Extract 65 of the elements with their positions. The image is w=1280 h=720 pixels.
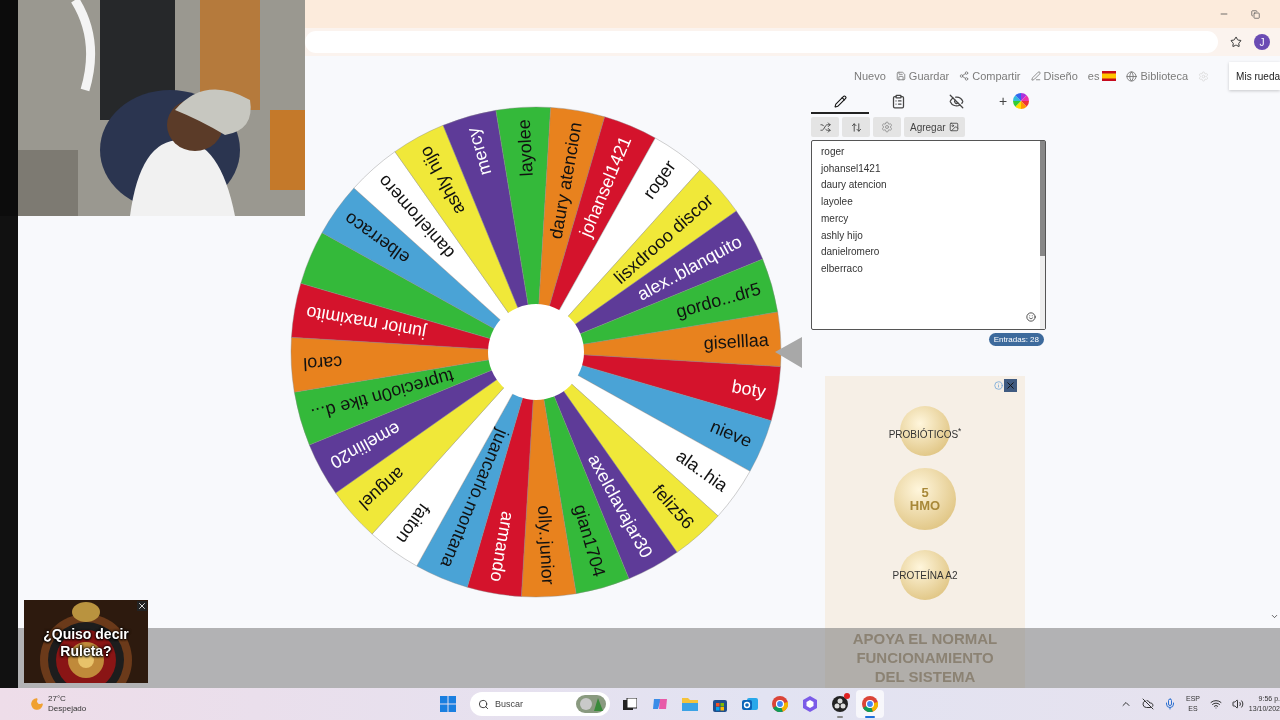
plus-label: + bbox=[998, 93, 1008, 109]
segment-label: mercy bbox=[462, 125, 496, 178]
close-button[interactable] bbox=[137, 601, 147, 611]
color-wheel-icon bbox=[1013, 93, 1030, 109]
search-field[interactable]: Buscar bbox=[495, 699, 565, 709]
segment-label: junior maximito bbox=[304, 302, 428, 343]
segment-label: carol bbox=[302, 352, 343, 375]
volume-icon[interactable] bbox=[1232, 698, 1244, 710]
wheel-pointer bbox=[775, 337, 802, 368]
browser-icon bbox=[861, 695, 879, 713]
segment-label: olly..junior bbox=[534, 504, 559, 586]
address-field[interactable] bbox=[305, 31, 1218, 53]
wheel-hub[interactable] bbox=[488, 304, 584, 400]
sort-icon bbox=[850, 121, 862, 133]
ad-text: PROTEÍNA A2 bbox=[892, 570, 958, 582]
language-link[interactable]: es bbox=[1087, 70, 1117, 82]
restore-icon[interactable] bbox=[1251, 9, 1260, 19]
segment-label: giselllaa bbox=[703, 329, 770, 354]
editor-tab[interactable]: + bbox=[985, 90, 1043, 114]
chevron-down-icon[interactable] bbox=[1270, 612, 1279, 621]
profile-avatar[interactable]: J bbox=[1254, 34, 1270, 50]
search-bar[interactable]: Buscar bbox=[470, 692, 610, 716]
image-icon bbox=[948, 122, 959, 132]
ad-bubble: 5 HMO bbox=[894, 468, 956, 531]
toolbar-link[interactable]: Compartir bbox=[959, 70, 1021, 82]
flag-icon bbox=[1102, 71, 1117, 81]
browser-icon bbox=[771, 695, 789, 713]
entries-field[interactable]: roger johansel1421 daury atencion layolee mercy ashly hijo danielromero elberraco bbox=[811, 140, 1046, 330]
my-wheels-button[interactable]: Mis rueda bbox=[1229, 62, 1280, 90]
mail-icon bbox=[741, 695, 759, 713]
close-icon bbox=[137, 601, 147, 611]
segment-label: nieve bbox=[707, 416, 755, 452]
moon-icon bbox=[30, 697, 44, 711]
emoji-icon[interactable] bbox=[1026, 312, 1036, 322]
weather-condition: Despejado bbox=[48, 704, 87, 714]
start-icon bbox=[440, 696, 456, 712]
eye-off-icon bbox=[948, 93, 964, 109]
share-icon bbox=[959, 71, 970, 81]
close-icon bbox=[1005, 380, 1016, 391]
toolbar-link[interactable]: Guardar bbox=[895, 70, 950, 82]
clipboard-icon bbox=[890, 93, 906, 109]
temperature: 27°C bbox=[48, 694, 67, 704]
microphone-icon[interactable] bbox=[1164, 698, 1176, 710]
toolbar-link[interactable]: Nuevo bbox=[854, 70, 886, 82]
add-image-button[interactable]: Agregar bbox=[904, 117, 965, 137]
shuffle-icon bbox=[819, 121, 831, 133]
toolbar-link[interactable]: Diseño bbox=[1030, 70, 1078, 82]
wifi-icon[interactable] bbox=[1210, 698, 1222, 710]
gear-icon bbox=[881, 121, 893, 133]
recorder-icon bbox=[831, 695, 849, 713]
pen-icon bbox=[1030, 71, 1041, 81]
globe-icon bbox=[1126, 70, 1138, 82]
search-icon bbox=[478, 698, 489, 710]
hexagon-icon bbox=[801, 695, 819, 713]
entries-count: Entradas: 28 bbox=[988, 333, 1044, 346]
pencil-icon bbox=[833, 94, 847, 108]
save-icon bbox=[895, 71, 906, 81]
folder-icon bbox=[681, 696, 699, 712]
bookmark-star-icon[interactable] bbox=[1230, 36, 1242, 48]
segment-label: boty bbox=[730, 376, 768, 402]
ad-text: PROBIÓTICOS$^{*}$ bbox=[888, 426, 962, 441]
segment-label: layolee bbox=[513, 118, 537, 177]
toolbar-link[interactable]: Biblioteca bbox=[1126, 70, 1189, 82]
cloud-off-icon[interactable] bbox=[1142, 698, 1154, 710]
task-view-icon bbox=[623, 698, 637, 710]
